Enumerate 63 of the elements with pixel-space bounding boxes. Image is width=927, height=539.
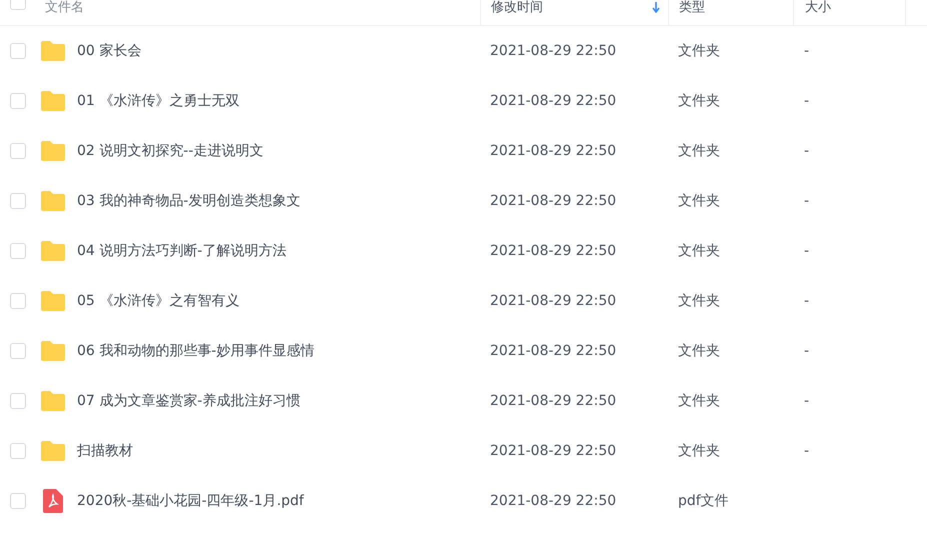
- file-name[interactable]: 07 成为文章鉴赏家-养成批注好习惯: [77, 392, 300, 410]
- file-type: 文件夹: [678, 342, 720, 360]
- file-size: -: [804, 243, 810, 259]
- file-size: -: [804, 143, 810, 159]
- file-size: -: [804, 293, 810, 309]
- column-header[interactable]: 类型: [679, 0, 705, 16]
- row-checkbox[interactable]: [10, 93, 26, 109]
- file-name[interactable]: 00 家长会: [77, 42, 142, 60]
- modified-time: 2021-08-29 22:50: [490, 193, 616, 209]
- modified-time: 2021-08-29 22:50: [490, 43, 616, 59]
- file-name[interactable]: 06 我和动物的那些事-妙用事件显感情: [77, 342, 314, 360]
- row-checkbox[interactable]: [10, 193, 26, 209]
- row-checkbox[interactable]: [10, 343, 26, 359]
- file-size: -: [804, 193, 810, 209]
- folder-icon: [40, 441, 66, 461]
- row-checkbox[interactable]: [10, 243, 26, 259]
- file-name[interactable]: 01 《水浒传》之勇士无双: [77, 92, 240, 110]
- folder-icon: [40, 191, 66, 211]
- modified-time: 2021-08-29 22:50: [490, 143, 616, 159]
- file-type: 文件夹: [678, 92, 720, 110]
- row-checkbox[interactable]: [10, 293, 26, 309]
- row-checkbox[interactable]: [10, 393, 26, 409]
- folder-icon: [40, 341, 66, 361]
- file-type: 文件夹: [678, 42, 720, 60]
- modified-time: 2021-08-29 22:50: [490, 93, 616, 109]
- file-type: 文件夹: [678, 242, 720, 260]
- column-header[interactable]: 大小: [805, 0, 831, 16]
- row-checkbox[interactable]: [10, 443, 26, 459]
- modified-time: 2021-08-29 22:50: [490, 243, 616, 259]
- file-type: 文件夹: [678, 442, 720, 460]
- folder-icon: [40, 141, 66, 161]
- row-checkbox[interactable]: [10, 143, 26, 159]
- modified-time: 2021-08-29 22:50: [490, 293, 616, 309]
- modified-time: 2021-08-29 22:50: [490, 393, 616, 409]
- folder-icon: [40, 91, 66, 111]
- file-size: -: [804, 43, 810, 59]
- column-header[interactable]: 修改时间: [491, 0, 543, 16]
- pdf-file-icon: [43, 489, 63, 513]
- file-size: -: [804, 443, 810, 459]
- folder-icon: [40, 241, 66, 261]
- file-name[interactable]: 02 说明文初探究--走进说明文: [77, 142, 264, 160]
- modified-time: 2021-08-29 22:50: [490, 343, 616, 359]
- file-name[interactable]: 2020秋-基础小花园-四年级-1月.pdf: [77, 492, 304, 510]
- modified-time: 2021-08-29 22:50: [490, 493, 616, 509]
- row-checkbox[interactable]: [10, 493, 26, 509]
- row-checkbox[interactable]: [10, 43, 26, 59]
- file-type: 文件夹: [678, 192, 720, 210]
- file-size: -: [804, 343, 810, 359]
- file-type: 文件夹: [678, 292, 720, 310]
- folder-icon: [40, 291, 66, 311]
- file-type: 文件夹: [678, 142, 720, 160]
- file-name[interactable]: 03 我的神奇物品-发明创造类想象文: [77, 192, 300, 210]
- modified-time: 2021-08-29 22:50: [490, 443, 616, 459]
- file-name[interactable]: 05 《水浒传》之有智有义: [77, 292, 240, 310]
- file-type: 文件夹: [678, 392, 720, 410]
- sort-arrow-icon[interactable]: [652, 2, 660, 13]
- file-name[interactable]: 扫描教材: [77, 442, 133, 460]
- file-name[interactable]: 04 说明方法巧判断-了解说明方法: [77, 242, 286, 260]
- folder-icon: [40, 391, 66, 411]
- file-type: pdf文件: [678, 492, 729, 510]
- file-size: -: [804, 393, 810, 409]
- folder-icon: [40, 41, 66, 61]
- file-size: -: [804, 93, 810, 109]
